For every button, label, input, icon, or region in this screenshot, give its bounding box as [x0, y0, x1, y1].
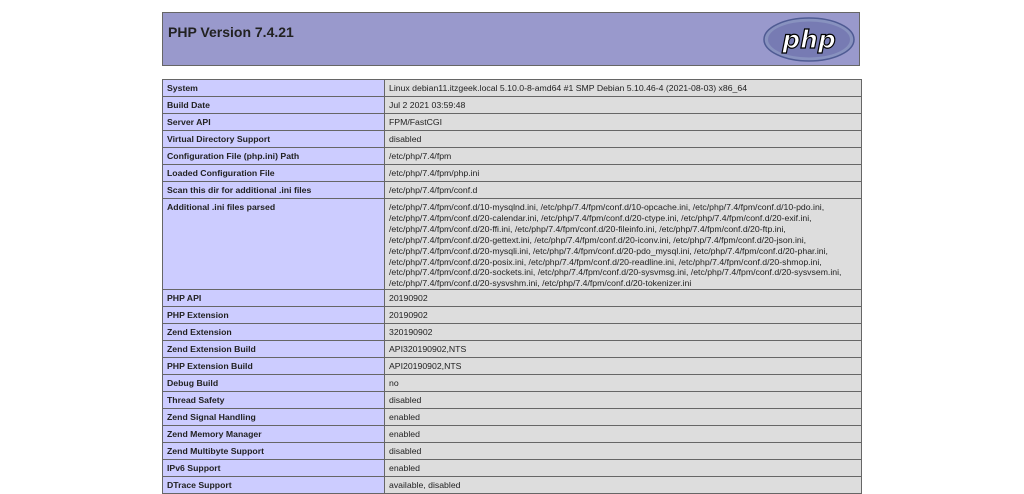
table-row: Zend Memory Manager enabled: [162, 425, 862, 444]
table-row: Additional .ini files parsed/etc/php/7.4…: [162, 197, 862, 291]
row-value: available, disabled: [384, 476, 862, 494]
row-key: DTrace Support: [162, 476, 385, 494]
svg-text:php: php: [781, 25, 836, 54]
row-key: Build Date: [162, 96, 385, 114]
row-value: /etc/php/7.4/fpm/php.ini: [384, 164, 862, 182]
row-value: FPM/FastCGI: [384, 113, 862, 131]
table-row: Scan this dir for additional .ini files /…: [162, 181, 862, 199]
row-key: Zend Extension Build: [162, 340, 385, 359]
row-key: Debug Build: [162, 374, 385, 393]
table-row: Zend Multibyte Support disabled: [162, 442, 862, 461]
table-row: Loaded Configuration File/etc/php/7.4/fp…: [162, 164, 862, 182]
row-key: Zend Signal Handling: [162, 408, 385, 427]
row-value: enabled: [384, 408, 862, 427]
row-value: 20190902: [384, 306, 862, 325]
row-value: no: [384, 374, 862, 393]
table-row: PHP Extension 20190902: [162, 306, 862, 325]
page-title: PHP Version 7.4.21: [168, 24, 294, 40]
row-value: enabled: [384, 425, 862, 444]
php-version-header: PHP Version 7.4.21 php: [162, 12, 860, 66]
table-row: DTrace Support available, disabled: [162, 476, 862, 494]
table-row: PHP Extension Build API20190902,NTS: [162, 357, 862, 376]
row-key: Thread Safety: [162, 391, 385, 410]
row-key: Server API: [162, 113, 385, 131]
table-row: Zend Extension Build API320190902,NTS: [162, 340, 862, 359]
row-value: Jul 2 2021 03:59:48: [384, 96, 862, 114]
row-key: Additional .ini files parsed: [162, 197, 385, 291]
row-key: IPv6 Support: [162, 459, 385, 478]
row-key: Loaded Configuration File: [162, 164, 385, 182]
row-key: Zend Multibyte Support: [162, 442, 385, 461]
table-row: Build Date Jul 2 2021 03:59:48: [162, 96, 862, 114]
table-row: Virtual Directory Support disabled: [162, 130, 862, 148]
php-info-table: System Linux debian11.itzgeek.local 5.10.…: [162, 79, 862, 494]
row-key: Configuration File (php.ini) Path: [162, 147, 385, 165]
table-row: IPv6 Support enabled: [162, 459, 862, 478]
row-value: disabled: [384, 130, 862, 148]
row-value: Linux debian11.itzgeek.local 5.10.0-8-am…: [384, 79, 862, 97]
row-value: enabled: [384, 459, 862, 478]
row-value: disabled: [384, 391, 862, 410]
row-value: API320190902,NTS: [384, 340, 862, 359]
row-key: Zend Extension: [162, 323, 385, 342]
table-row: Configuration File (php.ini) Path/etc/ph…: [162, 147, 862, 165]
row-value: API20190902,NTS: [384, 357, 862, 376]
row-key: Scan this dir for additional .ini files: [162, 181, 385, 199]
row-key: Virtual Directory Support: [162, 130, 385, 148]
table-row: Zend Signal Handling enabled: [162, 408, 862, 427]
row-key: PHP API: [162, 289, 385, 308]
table-row: System Linux debian11.itzgeek.local 5.10.…: [162, 79, 862, 97]
table-row: PHP API 20190902: [162, 289, 862, 308]
row-key: System: [162, 79, 385, 97]
row-value: 20190902: [384, 289, 862, 308]
row-key: PHP Extension: [162, 306, 385, 325]
table-row: Debug Build no: [162, 374, 862, 393]
row-value: /etc/php/7.4/fpm/conf.d/10-mysqlnd.ini, …: [384, 197, 862, 291]
php-logo: php: [763, 17, 855, 62]
row-value: 320190902: [384, 323, 862, 342]
row-value: disabled: [384, 442, 862, 461]
row-key: Zend Memory Manager: [162, 425, 385, 444]
row-key: PHP Extension Build: [162, 357, 385, 376]
table-row: Zend Extension 320190902: [162, 323, 862, 342]
table-row: Server API FPM/FastCGI: [162, 113, 862, 131]
row-value: /etc/php/7.4/fpm/conf.d: [384, 181, 862, 199]
table-row: Thread Safety disabled: [162, 391, 862, 410]
row-value: /etc/php/7.4/fpm: [384, 147, 862, 165]
